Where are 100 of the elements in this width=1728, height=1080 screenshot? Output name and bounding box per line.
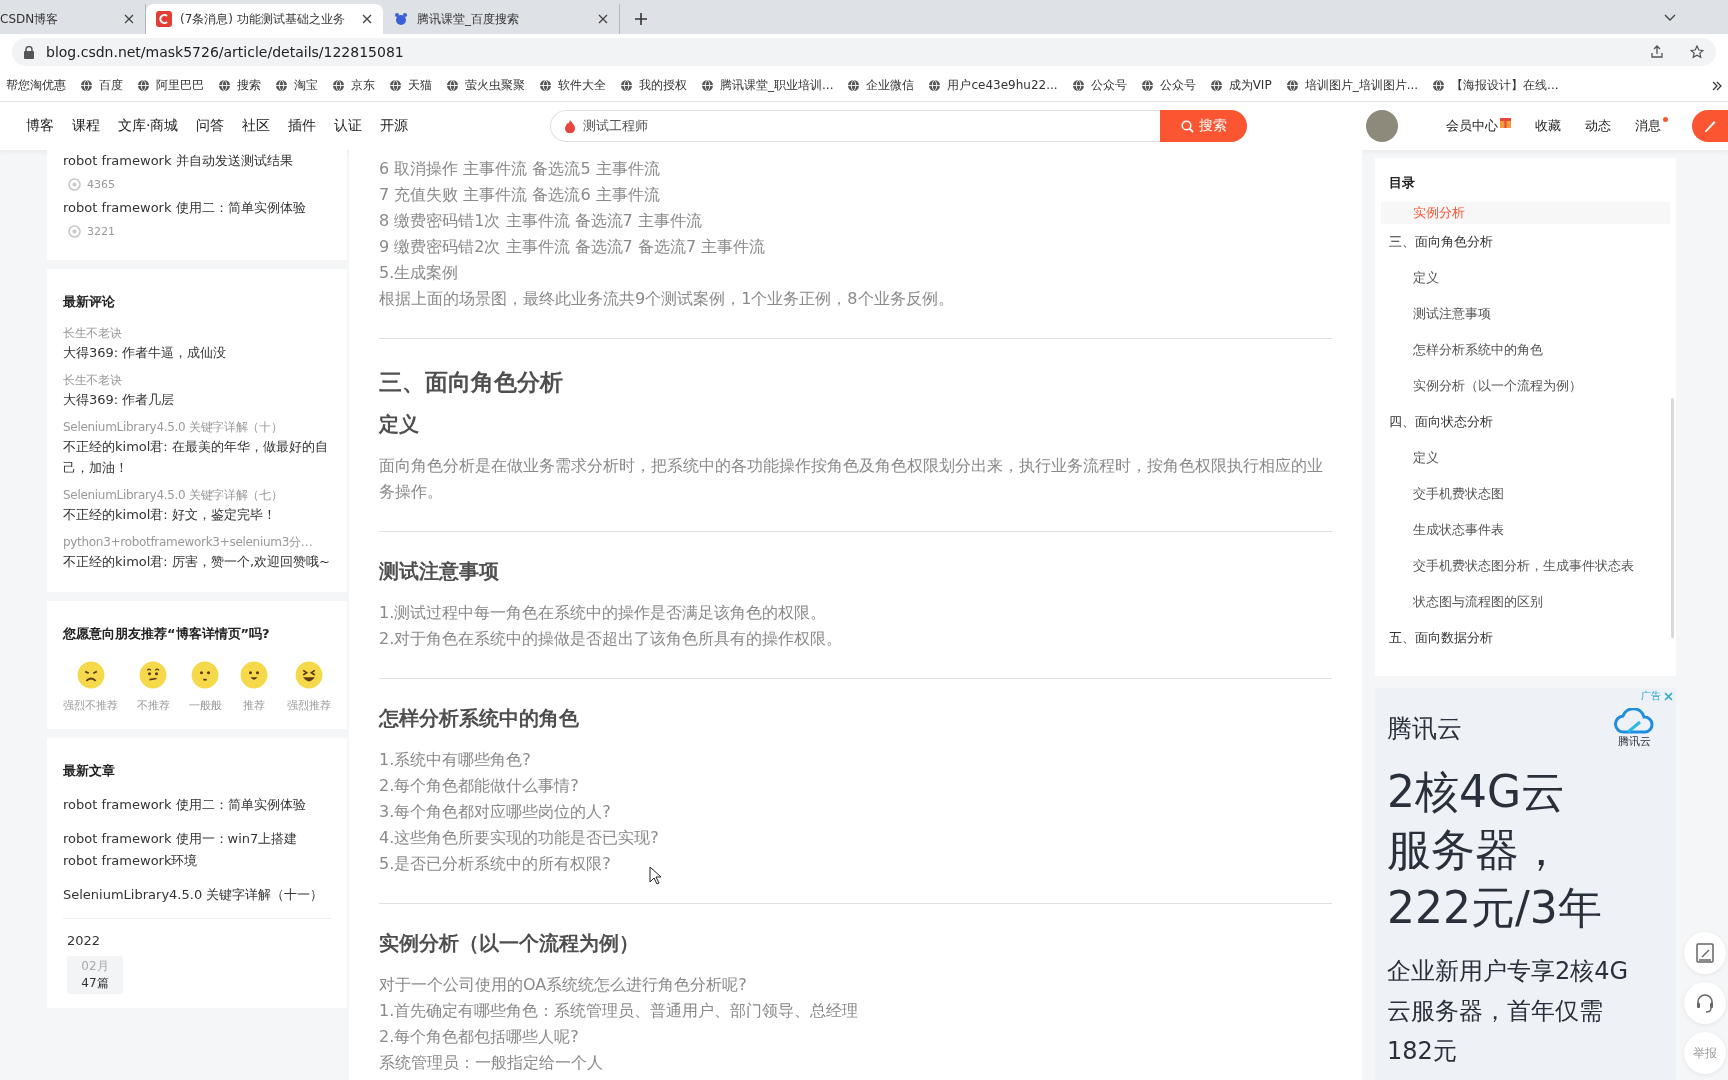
bookmark-item[interactable]: 【海报设计】在线... bbox=[1432, 77, 1559, 94]
nav-link[interactable]: 文库·商城 bbox=[118, 117, 179, 135]
article-text: 5.是否已分析系统中的所有权限? bbox=[379, 853, 611, 875]
bookmark-item[interactable]: 天猫 bbox=[389, 77, 432, 94]
address-bar[interactable]: blog.csdn.net/mask5726/article/details/122815081 bbox=[12, 38, 1716, 66]
bookmark-item[interactable]: 腾讯课堂_职业培训... bbox=[701, 77, 834, 94]
support-button[interactable] bbox=[1684, 982, 1726, 1024]
write-button[interactable] bbox=[1692, 110, 1728, 142]
nav-link[interactable]: 会员中心 bbox=[1446, 117, 1511, 135]
bookmark-item[interactable]: 软件大全 bbox=[539, 77, 606, 94]
bookmark-item[interactable]: 阿里巴巴 bbox=[137, 77, 204, 94]
face-icon bbox=[240, 661, 269, 689]
article-text: 1.测试过程中每一角色在系统中的操作是否满足该角色的权限。 bbox=[379, 602, 827, 624]
bookmark-item[interactable]: 公众号 bbox=[1071, 77, 1127, 94]
bookmark-item[interactable]: 淘宝 bbox=[275, 77, 318, 94]
subsection-heading: 测试注意事项 bbox=[379, 558, 500, 585]
nav-link[interactable]: 问答 bbox=[196, 117, 225, 135]
view-count: 3221 bbox=[87, 225, 115, 238]
globe-icon bbox=[137, 79, 150, 92]
globe-icon bbox=[332, 79, 345, 92]
bookmark-item[interactable]: 京东 bbox=[332, 77, 375, 94]
article-link[interactable]: robot framework 使用一：win7上搭建robot framework环境 bbox=[63, 828, 331, 872]
subsection-heading: 实例分析（以一个流程为例） bbox=[379, 930, 640, 957]
toc-item[interactable]: 生成状态事件表 bbox=[1381, 512, 1670, 548]
close-icon bbox=[1664, 691, 1673, 701]
browser-tab[interactable]: (7条消息) 功能测试基础之业务 bbox=[146, 4, 383, 34]
globe-icon bbox=[1432, 79, 1446, 92]
toc-item[interactable]: 怎样分析系统中的角色 bbox=[1381, 332, 1670, 368]
section-heading: 三、面向角色分析 bbox=[379, 368, 564, 397]
toc-item[interactable]: 四、面向状态分析 bbox=[1381, 404, 1670, 440]
toc-item[interactable]: 测试注意事项 bbox=[1381, 296, 1670, 332]
bookmark-item[interactable]: 成为VIP bbox=[1209, 77, 1272, 94]
nav-link[interactable]: 博客 bbox=[26, 117, 54, 135]
archive-year: 2022 bbox=[66, 933, 102, 948]
nav-link[interactable]: 认证 bbox=[334, 117, 363, 135]
globe-icon bbox=[1209, 79, 1223, 92]
article-link[interactable]: robot framework 使用二：简单实例体验 bbox=[63, 200, 306, 215]
bookmark-item[interactable]: 企业微信 bbox=[847, 77, 915, 94]
bookmark-item[interactable]: 公众号 bbox=[1140, 77, 1196, 94]
nav-link[interactable]: 插件 bbox=[288, 117, 317, 135]
comment-text: 不正经的kimol君: 好文，鉴定完毕！ bbox=[63, 506, 277, 524]
toc-item[interactable]: 定义 bbox=[1381, 260, 1670, 296]
article-text: 8 缴费密码错1次 主事件流 备选流7 主事件流 bbox=[379, 210, 702, 232]
article-link[interactable]: SeleniumLibrary4.5.0 关键字详解（十一） bbox=[63, 884, 331, 906]
tab-title: 腾讯课堂_百度搜索 bbox=[417, 10, 520, 28]
new-tab-icon[interactable] bbox=[634, 12, 648, 26]
article-text: 1.系统中有哪些角色? bbox=[379, 749, 531, 771]
face-icon bbox=[139, 661, 168, 689]
nav-link[interactable]: 消息 bbox=[1635, 117, 1668, 135]
view-count: 4365 bbox=[87, 178, 115, 191]
bookmark-item[interactable]: 萤火虫聚聚 bbox=[446, 77, 525, 94]
toc-item[interactable]: 交手机费状态图 bbox=[1381, 476, 1670, 512]
nav-link[interactable]: 动态 bbox=[1585, 117, 1611, 135]
site-logo-icon bbox=[156, 11, 172, 27]
bookmark-item[interactable]: 用户ce43e9hu22... bbox=[928, 77, 1058, 94]
cursor-icon bbox=[649, 866, 663, 886]
toc-item[interactable]: 交手机费状态图分析，生成事件状态表 bbox=[1381, 548, 1670, 584]
chevron-down-icon[interactable] bbox=[1664, 14, 1676, 22]
globe-icon bbox=[928, 79, 942, 92]
toc-item[interactable]: 五、面向数据分析 bbox=[1381, 620, 1670, 656]
toc-item[interactable]: 定义 bbox=[1381, 440, 1670, 476]
bookmark-item[interactable]: 帮您淘优惠 bbox=[6, 77, 66, 94]
article-link[interactable]: robot framework 并自动发送测试结果 bbox=[63, 153, 293, 168]
toc-item[interactable]: 三、面向角色分析 bbox=[1381, 224, 1670, 260]
flame-icon bbox=[565, 119, 575, 133]
globe-icon bbox=[218, 79, 231, 92]
globe-icon bbox=[275, 79, 288, 92]
article-text: 系统管理员：一般指定给一个人 bbox=[379, 1052, 603, 1074]
avatar[interactable] bbox=[1366, 110, 1398, 142]
comment-text: 不正经的kimol君: 厉害，赞一个,欢迎回赞哦~ bbox=[63, 553, 331, 571]
scrollbar[interactable] bbox=[1671, 398, 1674, 638]
article-text: 2.每个角色都包括哪些人呢? bbox=[379, 1026, 579, 1048]
article-text: 9 缴费密码错2次 主事件流 备选流7 备选流7 主事件流 bbox=[379, 236, 766, 258]
search-field[interactable]: 测试工程师 bbox=[550, 110, 1160, 142]
more-icon[interactable] bbox=[1712, 80, 1722, 91]
bookmark-item[interactable]: 百度 bbox=[80, 77, 123, 94]
card-title: 最新评论 bbox=[63, 293, 116, 311]
bookmark-item[interactable]: 我的授权 bbox=[620, 77, 687, 94]
globe-icon bbox=[1140, 79, 1154, 92]
gift-icon bbox=[1500, 117, 1511, 128]
tab-title: (7条消息) 功能测试基础之业务 bbox=[180, 10, 346, 28]
toc-item[interactable]: 实例分析（以一个流程为例） bbox=[1381, 368, 1670, 404]
nav-link[interactable]: 课程 bbox=[72, 117, 100, 135]
ad-banner[interactable]: 广告 腾讯云 腾讯云 2核4G云 服务器， 222元/3年 企业新用户专享2核4G 云服务器，首年仅需 182元 bbox=[1375, 688, 1676, 1080]
article-link[interactable]: robot framework 使用二：简单实例体验 bbox=[63, 794, 331, 816]
globe-icon bbox=[539, 79, 552, 92]
ad-headline: 2核4G云 服务器， 222元/3年 bbox=[1387, 765, 1603, 935]
nav-link[interactable]: 开源 bbox=[380, 117, 409, 135]
face-icon bbox=[76, 661, 105, 689]
nav-link[interactable]: 收藏 bbox=[1535, 117, 1561, 135]
bookmark-item[interactable]: 培训图片_培训图片... bbox=[1285, 77, 1419, 94]
toc-item[interactable]: 状态图与流程图的区别 bbox=[1381, 584, 1670, 620]
edit-button[interactable] bbox=[1684, 932, 1726, 974]
globe-icon bbox=[80, 79, 93, 92]
article-text: 根据上面的场景图，最终此业务流共9个测试案例，1个业务正例，8个业务反例。 bbox=[379, 288, 954, 310]
archive-month[interactable]: 02月 47篇 bbox=[67, 956, 123, 994]
nav-link[interactable]: 社区 bbox=[242, 117, 271, 135]
ad-text: 企业新用户专享2核4G 云服务器，首年仅需 182元 bbox=[1387, 956, 1630, 1067]
globe-icon bbox=[1285, 79, 1299, 92]
bookmark-item[interactable]: 搜索 bbox=[218, 77, 261, 94]
